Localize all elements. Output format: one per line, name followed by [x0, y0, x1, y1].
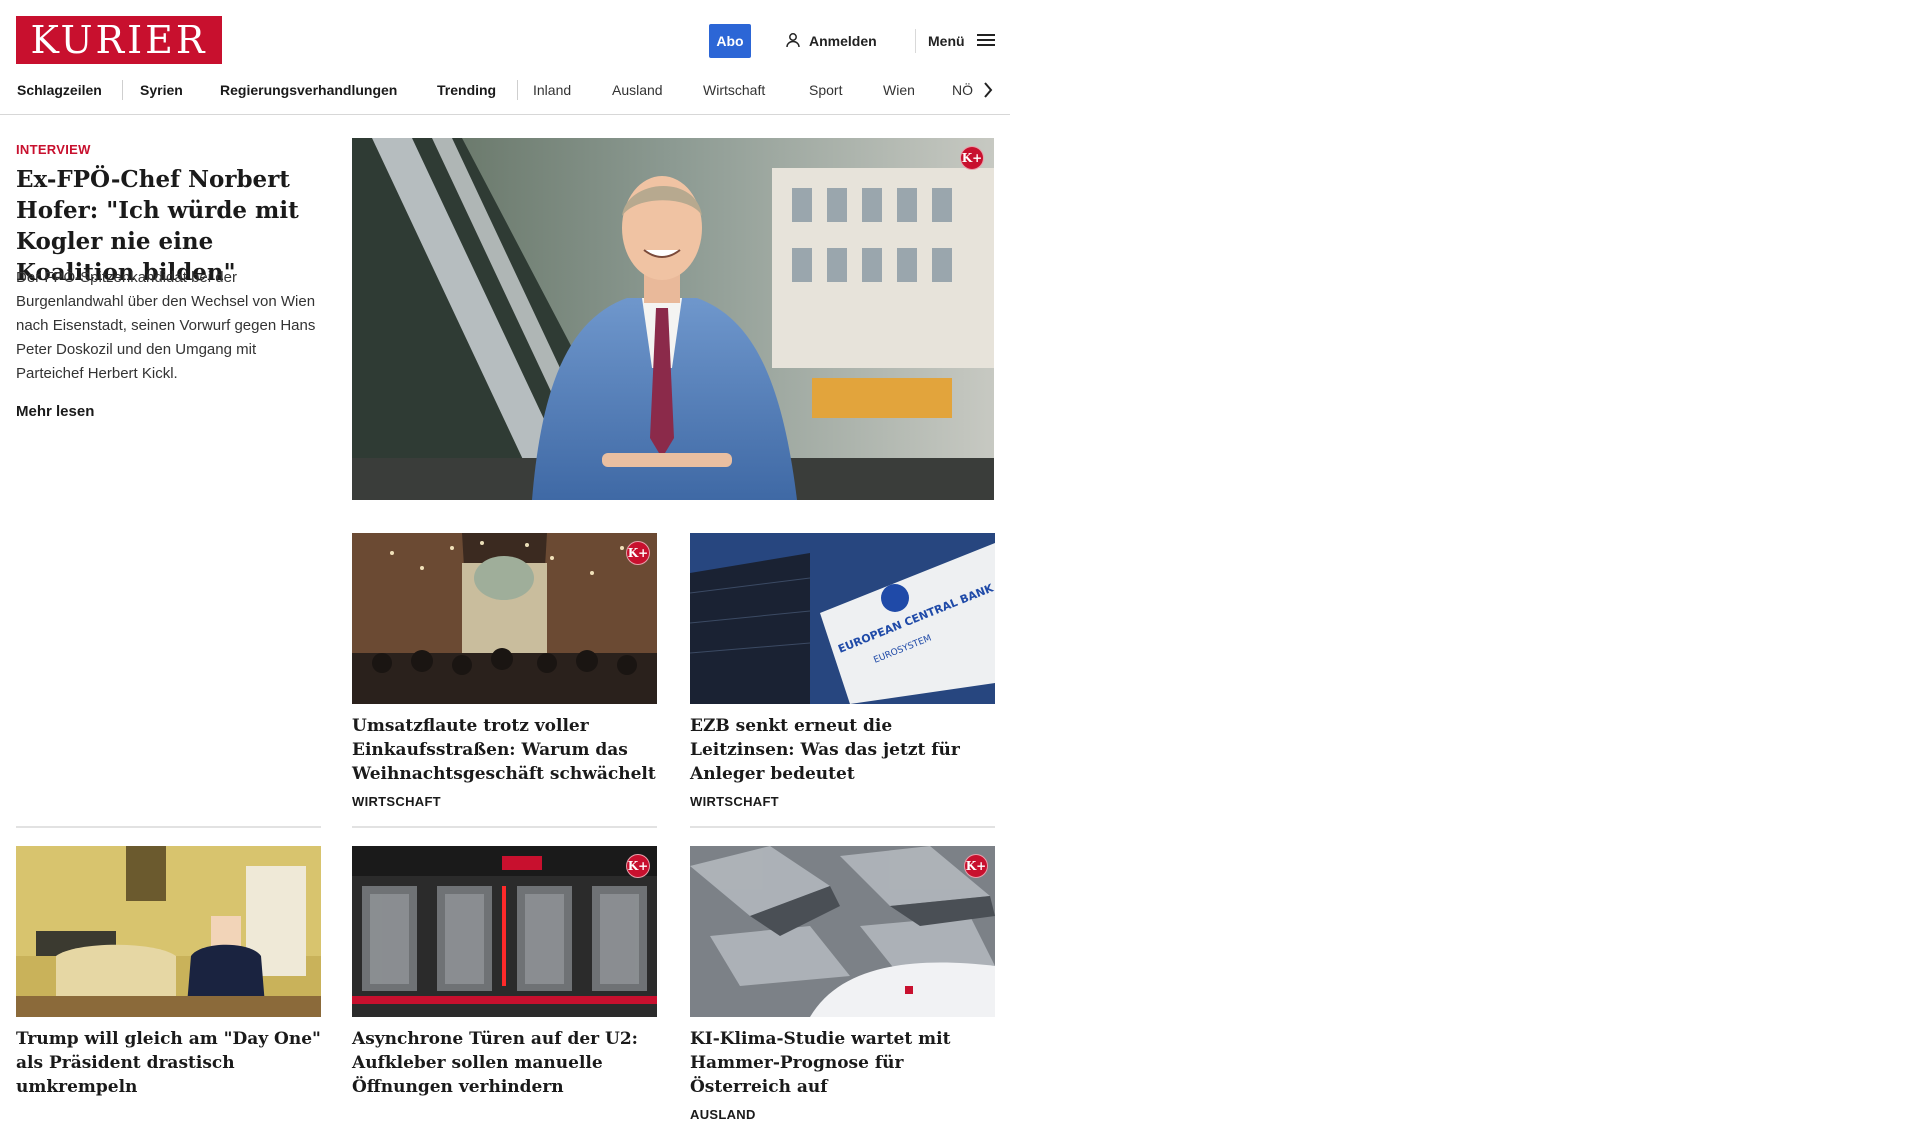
- article-image: K+: [690, 846, 995, 1017]
- nav-separator: [122, 80, 123, 100]
- header-divider: [915, 29, 916, 53]
- nav-item-regierungsverhandlungen[interactable]: Regierungsverhandlungen: [220, 80, 397, 100]
- lead-kicker: INTERVIEW: [16, 142, 91, 157]
- article-category[interactable]: AUSLAND: [690, 1107, 995, 1122]
- article-image: [16, 846, 321, 1017]
- article-category[interactable]: WIRTSCHAFT: [690, 794, 995, 809]
- abo-button[interactable]: Abo: [709, 24, 751, 58]
- article-headline[interactable]: Umsatzflaute trotz voller Einkaufsstraße…: [352, 714, 657, 786]
- article-headline[interactable]: EZB senkt erneut die Leitzinsen: Was das…: [690, 714, 995, 786]
- menu-button[interactable]: Menü: [928, 28, 995, 54]
- article-image: K+: [352, 533, 657, 704]
- article-card[interactable]: K+ Umsatzflaute trotz voller Einkaufsstr…: [352, 533, 657, 809]
- chevron-right-icon[interactable]: [978, 80, 998, 100]
- nav-item-noe[interactable]: NÖ: [952, 80, 973, 100]
- row-divider: [690, 826, 995, 828]
- page: KURIER Abo Anmelden Menü Schlagzeilen Sy…: [0, 0, 1010, 1122]
- nav-separator: [517, 80, 518, 100]
- nav-item-trending[interactable]: Trending: [437, 80, 496, 100]
- kurier-logo[interactable]: KURIER: [16, 16, 222, 64]
- nav-item-syrien[interactable]: Syrien: [140, 80, 183, 100]
- lead-image[interactable]: K+: [352, 138, 994, 500]
- article-card[interactable]: K+ KI-Klima-Studie wartet mit Hammer-Pro…: [690, 846, 995, 1122]
- menu-label: Menü: [928, 33, 965, 49]
- lead-teaser: Der FPÖ-Spitzenkandidat bei der Burgenla…: [16, 269, 316, 382]
- row-divider: [352, 826, 657, 828]
- hamburger-icon: [976, 33, 995, 50]
- article-card[interactable]: EUROPEAN CENTRAL BANK EUROSYSTEM EZB sen…: [690, 533, 995, 809]
- article-card[interactable]: Trump will gleich am "Day One" als Präsi…: [16, 846, 321, 1099]
- read-more-link[interactable]: Mehr lesen: [16, 403, 94, 420]
- premium-badge-icon: K+: [964, 854, 988, 878]
- article-category[interactable]: WIRTSCHAFT: [352, 794, 657, 809]
- article-card[interactable]: K+ Asynchrone Türen auf der U2: Aufklebe…: [352, 846, 657, 1099]
- nav-item-inland[interactable]: Inland: [533, 80, 571, 100]
- row-divider: [16, 826, 321, 828]
- nav-item-wirtschaft[interactable]: Wirtschaft: [703, 80, 765, 100]
- user-icon: [785, 32, 801, 51]
- article-headline[interactable]: KI-Klima-Studie wartet mit Hammer-Progno…: [690, 1027, 995, 1099]
- article-headline[interactable]: Asynchrone Türen auf der U2: Aufkleber s…: [352, 1027, 657, 1099]
- site-header: KURIER Abo Anmelden Menü: [0, 0, 1010, 80]
- nav-item-schlagzeilen[interactable]: Schlagzeilen: [17, 80, 102, 100]
- login-button[interactable]: Anmelden: [785, 28, 877, 54]
- premium-badge-icon: K+: [960, 146, 984, 170]
- article-image: K+: [352, 846, 657, 1017]
- premium-badge-icon: K+: [626, 854, 650, 878]
- nav-item-ausland[interactable]: Ausland: [612, 80, 663, 100]
- topic-navigation: Schlagzeilen Syrien Regierungsverhandlun…: [0, 80, 1010, 115]
- article-headline[interactable]: Trump will gleich am "Day One" als Präsi…: [16, 1027, 321, 1099]
- article-image: EUROPEAN CENTRAL BANK EUROSYSTEM: [690, 533, 995, 704]
- premium-badge-icon: K+: [626, 541, 650, 565]
- login-label: Anmelden: [809, 33, 877, 49]
- nav-item-wien[interactable]: Wien: [883, 80, 915, 100]
- nav-item-sport[interactable]: Sport: [809, 80, 842, 100]
